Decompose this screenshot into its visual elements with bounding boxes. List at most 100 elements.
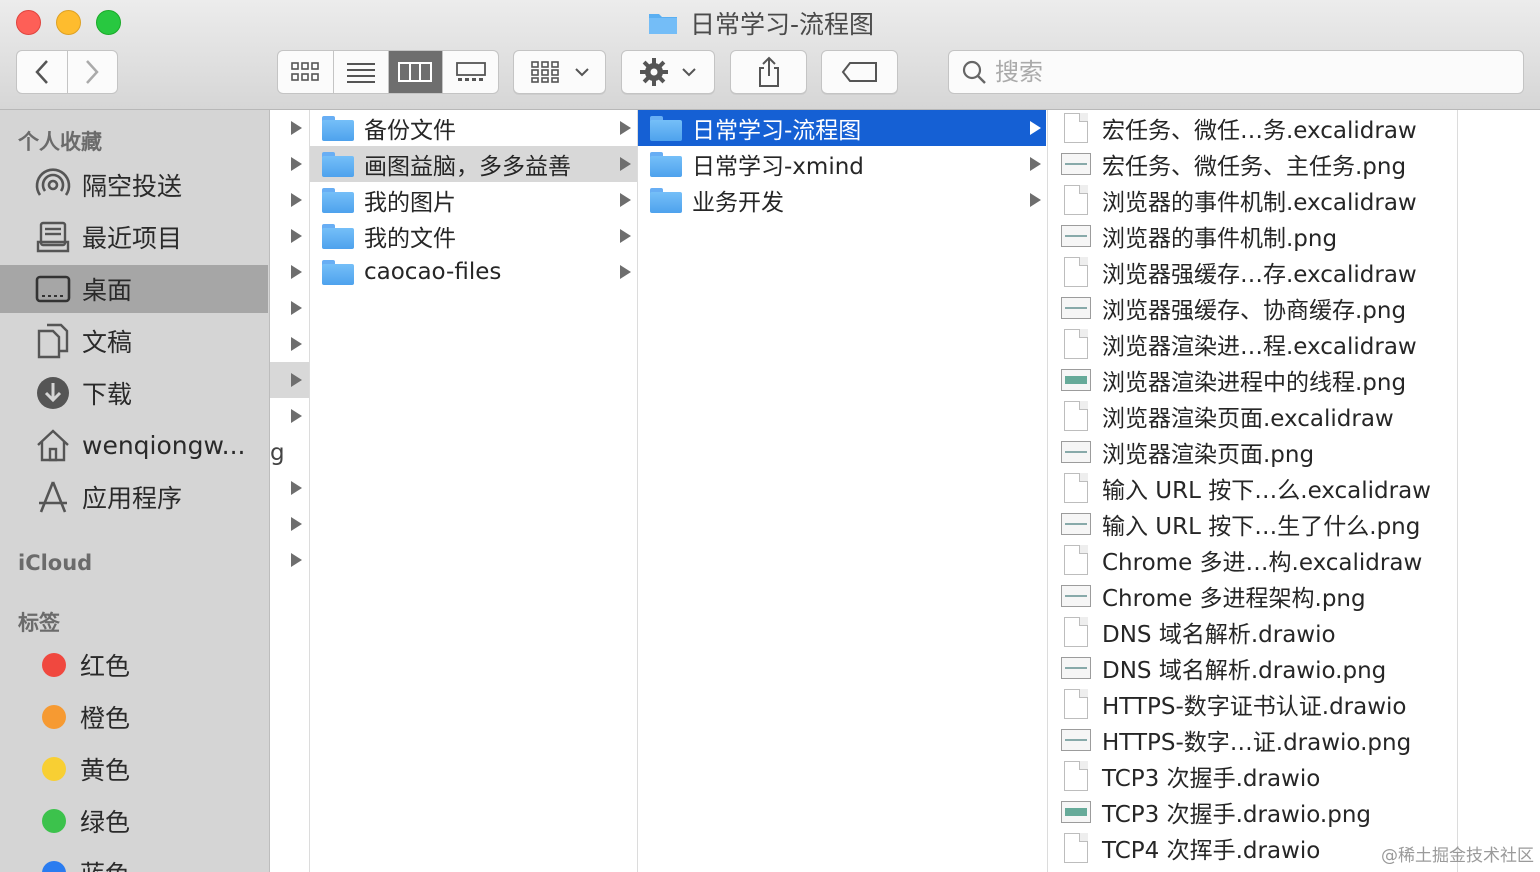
folder-row-selected[interactable]: 日常学习-流程图 [638, 110, 1046, 146]
list-item[interactable] [270, 254, 309, 290]
folder-icon [322, 259, 354, 285]
close-window-button[interactable] [16, 10, 41, 35]
folder-name: 业务开发 [692, 190, 784, 216]
file-row[interactable]: TCP3 次握手.drawio [1048, 758, 1320, 794]
image-thumbnail-icon [1061, 657, 1091, 679]
green-tag-icon [42, 809, 66, 833]
list-item[interactable] [270, 218, 309, 254]
list-item-selected-path[interactable] [270, 362, 309, 398]
sidebar-tag-red[interactable]: 红色 [0, 641, 268, 689]
file-row[interactable]: 浏览器渲染进…程.excalidraw [1048, 326, 1417, 362]
file-row[interactable]: 宏任务、微任务、主任务.png [1048, 146, 1406, 182]
tag-button[interactable] [821, 50, 898, 94]
file-row[interactable]: 输入 URL 按下…生了什么.png [1048, 506, 1420, 542]
list-item[interactable] [270, 470, 309, 506]
disclosure-triangle-icon [620, 193, 631, 207]
folder-name: 日常学习-流程图 [692, 118, 862, 144]
disclosure-triangle-icon [291, 553, 302, 567]
file-name: 浏览器渲染页面.excalidraw [1102, 406, 1394, 432]
folder-name: 日常学习-xmind [692, 154, 864, 180]
file-row[interactable]: 输入 URL 按下…么.excalidraw [1048, 470, 1431, 506]
gallery-view-button[interactable] [443, 51, 498, 93]
sidebar-item-home[interactable]: wenqiongw... [0, 421, 268, 469]
file-row[interactable]: 浏览器强缓存、协商缓存.png [1048, 290, 1406, 326]
forward-button[interactable] [68, 51, 118, 93]
group-by-button[interactable] [513, 50, 606, 94]
share-button[interactable] [730, 50, 807, 94]
file-row[interactable]: HTTPS-数字证书认证.drawio [1048, 686, 1407, 722]
file-row[interactable]: 浏览器强缓存…存.excalidraw [1048, 254, 1417, 290]
list-item[interactable] [270, 110, 309, 146]
folder-row[interactable]: 日常学习-xmind [638, 146, 1046, 182]
folder-row[interactable]: caocao-files [310, 254, 637, 290]
view-mode-control [277, 50, 499, 94]
file-row[interactable]: DNS 域名解析.drawio [1048, 614, 1336, 650]
yellow-tag-icon [42, 757, 66, 781]
file-row[interactable]: Chrome 多进…构.excalidraw [1048, 542, 1422, 578]
folder-row[interactable]: 备份文件 [310, 110, 637, 146]
icon-view-button[interactable] [278, 51, 334, 93]
action-menu-button[interactable] [621, 50, 715, 94]
file-row[interactable]: 宏任务、微任…务.excalidraw [1048, 110, 1417, 146]
file-row[interactable]: 浏览器渲染进程中的线程.png [1048, 362, 1406, 398]
list-item[interactable] [270, 398, 309, 434]
file-row[interactable]: 浏览器渲染页面.excalidraw [1048, 398, 1394, 434]
folder-row-selected-path[interactable]: 画图益脑，多多益善 [310, 146, 637, 182]
disclosure-triangle-icon [291, 229, 302, 243]
folder-name: 备份文件 [364, 118, 456, 144]
file-row[interactable]: Chrome 多进程架构.png [1048, 578, 1366, 614]
file-name: 浏览器渲染页面.png [1102, 442, 1315, 468]
sidebar-item-label: 应用程序 [82, 484, 183, 513]
sidebar-item-applications[interactable]: 应用程序 [0, 473, 268, 521]
file-row[interactable]: 浏览器的事件机制.excalidraw [1048, 182, 1417, 218]
folder-row[interactable]: 我的图片 [310, 182, 637, 218]
columns-icon [398, 62, 433, 82]
sidebar-tag-orange[interactable]: 橙色 [0, 693, 268, 741]
file-row[interactable]: TCP3 次握手.drawio.png [1048, 794, 1371, 830]
folder-row[interactable]: 业务开发 [638, 182, 1046, 218]
column-2: 备份文件 画图益脑，多多益善 我的图片 我的文件 caocao-files [310, 110, 638, 872]
sidebar-item-label: wenqiongw... [82, 430, 246, 460]
sidebar-tag-green[interactable]: 绿色 [0, 797, 268, 845]
sidebar-item-documents[interactable]: 文稿 [0, 317, 268, 365]
applications-icon [34, 478, 72, 516]
window-title-text: 日常学习-流程图 [690, 10, 875, 39]
sidebar-tag-blue[interactable]: 蓝色 [0, 849, 268, 872]
search-input[interactable] [995, 58, 1515, 86]
zoom-window-button[interactable] [96, 10, 121, 35]
file-row[interactable]: 浏览器渲染页面.png [1048, 434, 1314, 470]
folder-icon [650, 115, 682, 141]
file-name: DNS 域名解析.drawio [1102, 622, 1336, 648]
list-item[interactable] [270, 326, 309, 362]
search-icon [962, 60, 986, 84]
folder-icon [322, 187, 354, 213]
list-view-button[interactable] [334, 51, 389, 93]
list-item[interactable] [270, 290, 309, 326]
list-item[interactable] [270, 506, 309, 542]
downloads-icon [34, 374, 72, 412]
sidebar-tag-yellow[interactable]: 黄色 [0, 745, 268, 793]
sidebar-item-airdrop[interactable]: 隔空投送 [0, 161, 268, 209]
search-field[interactable] [948, 50, 1524, 94]
gear-icon [640, 58, 668, 86]
sidebar-item-desktop[interactable]: 桌面 [0, 265, 268, 313]
list-item[interactable] [270, 182, 309, 218]
file-row[interactable]: 浏览器的事件机制.png [1048, 218, 1337, 254]
image-thumbnail-icon [1061, 729, 1091, 751]
sidebar-item-label: 下载 [82, 380, 133, 409]
list-item[interactable] [270, 146, 309, 182]
file-name: 浏览器强缓存…存.excalidraw [1102, 262, 1417, 288]
list-item[interactable] [270, 542, 309, 578]
folder-icon [322, 151, 354, 177]
file-row[interactable]: HTTPS-数字…证.drawio.png [1048, 722, 1411, 758]
file-row[interactable]: DNS 域名解析.drawio.png [1048, 650, 1386, 686]
column-view-button[interactable] [388, 51, 444, 93]
back-button[interactable] [17, 51, 68, 93]
minimize-window-button[interactable] [56, 10, 81, 35]
disclosure-triangle-icon [620, 121, 631, 135]
sidebar-item-recents[interactable]: 最近项目 [0, 213, 268, 261]
file-name: TCP4 次挥手.drawio [1102, 838, 1321, 864]
sidebar-item-downloads[interactable]: 下载 [0, 369, 268, 417]
folder-row[interactable]: 我的文件 [310, 218, 637, 254]
file-row[interactable]: TCP4 次挥手.drawio [1048, 830, 1320, 866]
